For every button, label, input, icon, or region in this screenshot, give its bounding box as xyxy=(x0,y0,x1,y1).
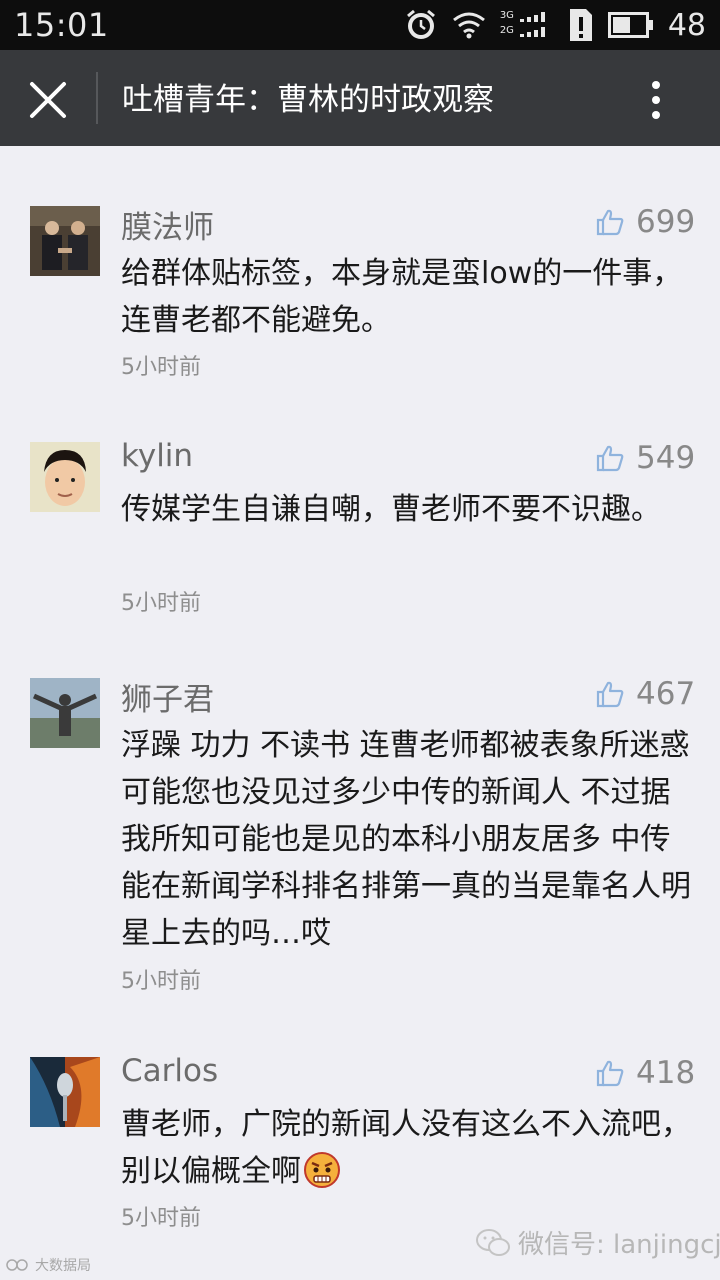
comment-time: 5小时前 xyxy=(121,969,201,994)
source-logo-icon xyxy=(6,1259,28,1271)
comment-time: 5小时前 xyxy=(121,1206,201,1231)
thumbs-up-icon xyxy=(596,681,624,708)
status-icons: 3G 2G 48 xyxy=(404,6,706,44)
close-icon[interactable] xyxy=(26,78,70,122)
app-bar: 吐槽青年：曹林的时政观察 xyxy=(0,50,720,146)
page-title: 吐槽青年：曹林的时政观察 xyxy=(122,82,494,118)
like-count: 699 xyxy=(636,204,696,240)
angry-emoji-icon xyxy=(304,1152,340,1188)
like-button[interactable]: 699 xyxy=(596,204,695,240)
battery-icon xyxy=(607,12,653,38)
avatar[interactable] xyxy=(30,1057,100,1127)
sim-alert-icon xyxy=(569,9,592,41)
like-count: 418 xyxy=(636,1055,696,1091)
status-time: 15:01 xyxy=(14,6,109,44)
comment-text-body: 曹老师，广院的新闻人没有这么不入流吧，别以偏概全啊 xyxy=(121,1107,691,1189)
status-bar: 15:01 3G 2G 48 xyxy=(0,0,720,50)
thumbs-up-icon xyxy=(596,445,624,472)
wifi-icon xyxy=(452,12,485,39)
avatar[interactable] xyxy=(30,678,100,748)
comment-author[interactable]: Carlos xyxy=(121,1053,218,1089)
like-count: 549 xyxy=(636,440,696,476)
signal-icon: 3G 2G xyxy=(500,10,554,40)
comment-text: 给群体贴标签，本身就是蛮low的一件事，连曹老都不能避免。 xyxy=(121,256,683,338)
thumbs-up-icon xyxy=(596,1060,624,1087)
like-button[interactable]: 418 xyxy=(596,1055,695,1091)
comment-author[interactable]: kylin xyxy=(121,438,193,474)
like-button[interactable]: 549 xyxy=(596,440,695,476)
app-bar-divider xyxy=(96,72,98,124)
avatar[interactable] xyxy=(30,442,100,512)
more-menu-icon[interactable] xyxy=(646,80,666,120)
comment-text: 曹老师，广院的新闻人没有这么不入流吧，别以偏概全啊 xyxy=(121,1101,691,1195)
wechat-icon xyxy=(476,1228,510,1256)
thumbs-up-icon xyxy=(596,209,624,236)
network-2g-label: 2G xyxy=(499,25,514,36)
comment-time: 5小时前 xyxy=(121,591,201,616)
source-watermark-text: 大数据局 xyxy=(35,1258,91,1274)
network-3g-label: 3G xyxy=(499,10,514,21)
alarm-icon xyxy=(406,9,435,39)
wechat-watermark: 微信号: lanjingcj xyxy=(476,1224,720,1261)
comment-time: 5小时前 xyxy=(121,355,201,380)
comment-author[interactable]: 狮子君 xyxy=(121,674,214,719)
comment-text: 传媒学生自谦自嘲，曹老师不要不识趣。 xyxy=(121,492,661,527)
comment-text: 浮躁 功力 不读书 连曹老师都被表象所迷惑 可能您也没见过多少中传的新闻人 不过… xyxy=(121,728,691,951)
like-count: 467 xyxy=(636,676,696,712)
source-watermark: 大数据局 xyxy=(6,1255,91,1275)
battery-percent: 48 xyxy=(667,7,706,43)
avatar[interactable] xyxy=(30,206,100,276)
watermark-text: 微信号: lanjingcj xyxy=(518,1230,720,1260)
like-button[interactable]: 467 xyxy=(596,676,695,712)
comment-author[interactable]: 膜法师 xyxy=(121,202,214,247)
